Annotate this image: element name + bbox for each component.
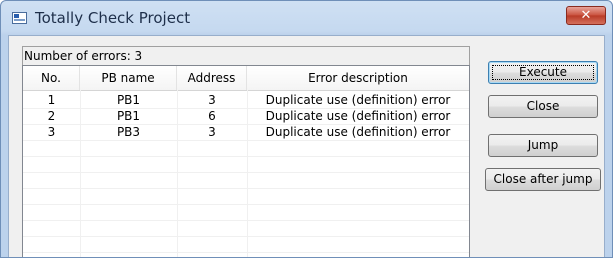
error-count-label: Number of errors: 3: [22, 46, 470, 66]
close-button[interactable]: Close: [488, 95, 598, 118]
window-title: Totally Check Project: [35, 9, 191, 27]
cell-no: 2: [47, 109, 56, 123]
error-list[interactable]: No. PB name Address Error description 1 …: [22, 65, 470, 257]
cell-no: 1: [47, 93, 56, 107]
cell-address: 3: [208, 93, 216, 107]
cell-error-description: Duplicate use (definition) error: [265, 109, 451, 123]
app-window-icon: [12, 12, 27, 24]
table-row[interactable]: 1 PB1 3 Duplicate use (definition) error: [23, 92, 469, 108]
close-button-label: Close: [526, 99, 560, 113]
cell-no: 3: [47, 125, 56, 139]
cell-address: 6: [208, 109, 216, 123]
cell-error-description: Duplicate use (definition) error: [265, 93, 451, 107]
execute-button[interactable]: Execute: [488, 61, 598, 84]
table-row[interactable]: 3 PB3 3 Duplicate use (definition) error: [23, 124, 469, 140]
cell-pb-name: PB1: [116, 109, 141, 123]
column-header-no[interactable]: No.: [23, 66, 80, 90]
jump-button[interactable]: Jump: [488, 134, 598, 157]
close-after-jump-button[interactable]: Close after jump: [485, 168, 601, 191]
column-header-error-description[interactable]: Error description: [247, 66, 469, 90]
grid-line: [23, 188, 469, 189]
table-row[interactable]: 2 PB1 6 Duplicate use (definition) error: [23, 108, 469, 124]
close-icon[interactable]: ✕: [566, 6, 606, 25]
grid-line: [23, 140, 469, 141]
column-header-pb-name[interactable]: PB name: [80, 66, 177, 90]
column-header-address[interactable]: Address: [177, 66, 247, 90]
error-list-header: No. PB name Address Error description: [23, 66, 469, 91]
grid-line: [23, 172, 469, 173]
cell-pb-name: PB3: [116, 125, 141, 139]
grid-line: [23, 156, 469, 157]
cell-address: 3: [208, 125, 216, 139]
grid-line: [23, 252, 469, 253]
cell-error-description: Duplicate use (definition) error: [265, 125, 451, 139]
grid-line: [23, 204, 469, 205]
cell-pb-name: PB1: [116, 93, 141, 107]
close-after-jump-button-label: Close after jump: [493, 172, 593, 186]
dialog-window: Totally Check Project ✕ Number of errors…: [0, 0, 613, 258]
focus-rect: [492, 65, 594, 80]
grid-line: [23, 236, 469, 237]
jump-button-label: Jump: [527, 138, 559, 152]
grid-line: [23, 220, 469, 221]
title-bar[interactable]: Totally Check Project ✕: [1, 1, 612, 35]
